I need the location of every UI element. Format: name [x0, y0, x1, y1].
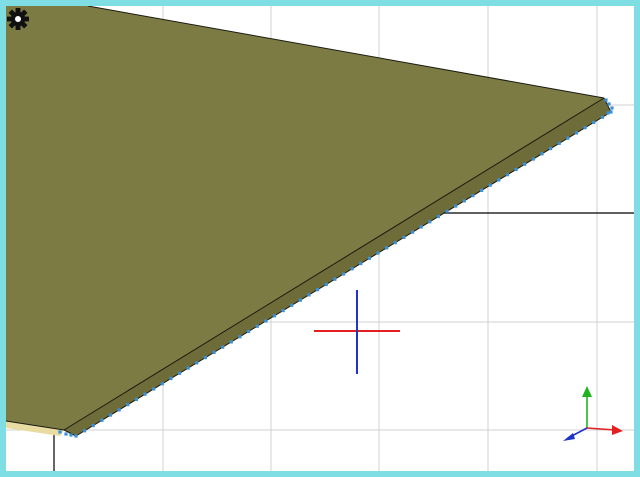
- control-point[interactable]: [83, 429, 87, 433]
- control-point[interactable]: [454, 204, 458, 208]
- control-point[interactable]: [341, 272, 346, 276]
- control-point[interactable]: [255, 324, 259, 328]
- control-point[interactable]: [609, 110, 613, 114]
- crosshair-icon: [314, 290, 400, 374]
- control-point[interactable]: [471, 194, 475, 198]
- control-point[interactable]: [333, 277, 337, 281]
- control-point[interactable]: [195, 361, 199, 365]
- control-point[interactable]: [445, 209, 449, 213]
- control-point[interactable]: [367, 256, 371, 260]
- control-point[interactable]: [385, 246, 389, 250]
- control-point[interactable]: [514, 167, 518, 172]
- control-point[interactable]: [566, 136, 570, 140]
- control-point[interactable]: [246, 329, 251, 334]
- control-point[interactable]: [91, 423, 95, 428]
- scene-canvas[interactable]: [0, 0, 640, 477]
- control-point[interactable]: [307, 293, 311, 297]
- control-point[interactable]: [316, 288, 320, 292]
- control-point[interactable]: [117, 408, 121, 412]
- control-point[interactable]: [402, 235, 406, 240]
- control-point[interactable]: [610, 106, 614, 110]
- control-point[interactable]: [350, 267, 354, 271]
- control-point[interactable]: [64, 432, 68, 436]
- control-point[interactable]: [505, 173, 510, 177]
- gear-icon[interactable]: [5, 6, 31, 32]
- control-point[interactable]: [393, 241, 397, 245]
- control-point[interactable]: [238, 335, 242, 339]
- control-point[interactable]: [488, 183, 492, 187]
- control-point[interactable]: [58, 430, 62, 434]
- control-point[interactable]: [604, 98, 608, 102]
- control-point[interactable]: [108, 413, 113, 417]
- control-point[interactable]: [74, 434, 78, 438]
- 3d-viewport[interactable]: [0, 0, 640, 477]
- control-point[interactable]: [557, 141, 561, 145]
- control-point[interactable]: [160, 382, 164, 386]
- control-point[interactable]: [186, 366, 190, 370]
- control-point[interactable]: [126, 403, 130, 407]
- control-point[interactable]: [169, 376, 173, 381]
- control-point[interactable]: [523, 162, 527, 166]
- control-point[interactable]: [203, 356, 208, 360]
- control-point[interactable]: [281, 308, 285, 313]
- control-point[interactable]: [229, 340, 233, 344]
- control-point[interactable]: [462, 199, 466, 203]
- control-point[interactable]: [419, 225, 423, 229]
- control-point[interactable]: [290, 303, 294, 307]
- control-point[interactable]: [298, 298, 302, 302]
- control-point[interactable]: [376, 251, 380, 255]
- control-point[interactable]: [606, 111, 610, 115]
- control-point[interactable]: [69, 433, 73, 437]
- control-point[interactable]: [583, 126, 587, 130]
- control-point[interactable]: [212, 350, 216, 354]
- control-point[interactable]: [497, 178, 501, 182]
- control-point[interactable]: [152, 387, 156, 391]
- control-point[interactable]: [143, 392, 147, 396]
- control-point[interactable]: [100, 418, 104, 422]
- control-point[interactable]: [531, 157, 535, 161]
- control-point[interactable]: [359, 261, 363, 266]
- control-point[interactable]: [540, 152, 544, 156]
- control-point[interactable]: [479, 188, 484, 192]
- control-point[interactable]: [410, 230, 415, 234]
- control-point[interactable]: [272, 314, 277, 318]
- axis-triad-icon[interactable]: [563, 386, 623, 441]
- control-point[interactable]: [607, 102, 611, 106]
- control-point[interactable]: [177, 371, 182, 375]
- control-point[interactable]: [574, 131, 579, 135]
- control-point[interactable]: [134, 397, 139, 402]
- control-point[interactable]: [592, 120, 596, 125]
- control-point[interactable]: [324, 282, 328, 287]
- control-point[interactable]: [548, 146, 553, 151]
- panel-top-face[interactable]: [6, 6, 604, 430]
- control-point[interactable]: [264, 319, 268, 323]
- control-point[interactable]: [436, 214, 441, 219]
- control-point[interactable]: [428, 220, 432, 224]
- control-point[interactable]: [600, 115, 604, 119]
- control-point[interactable]: [221, 345, 225, 349]
